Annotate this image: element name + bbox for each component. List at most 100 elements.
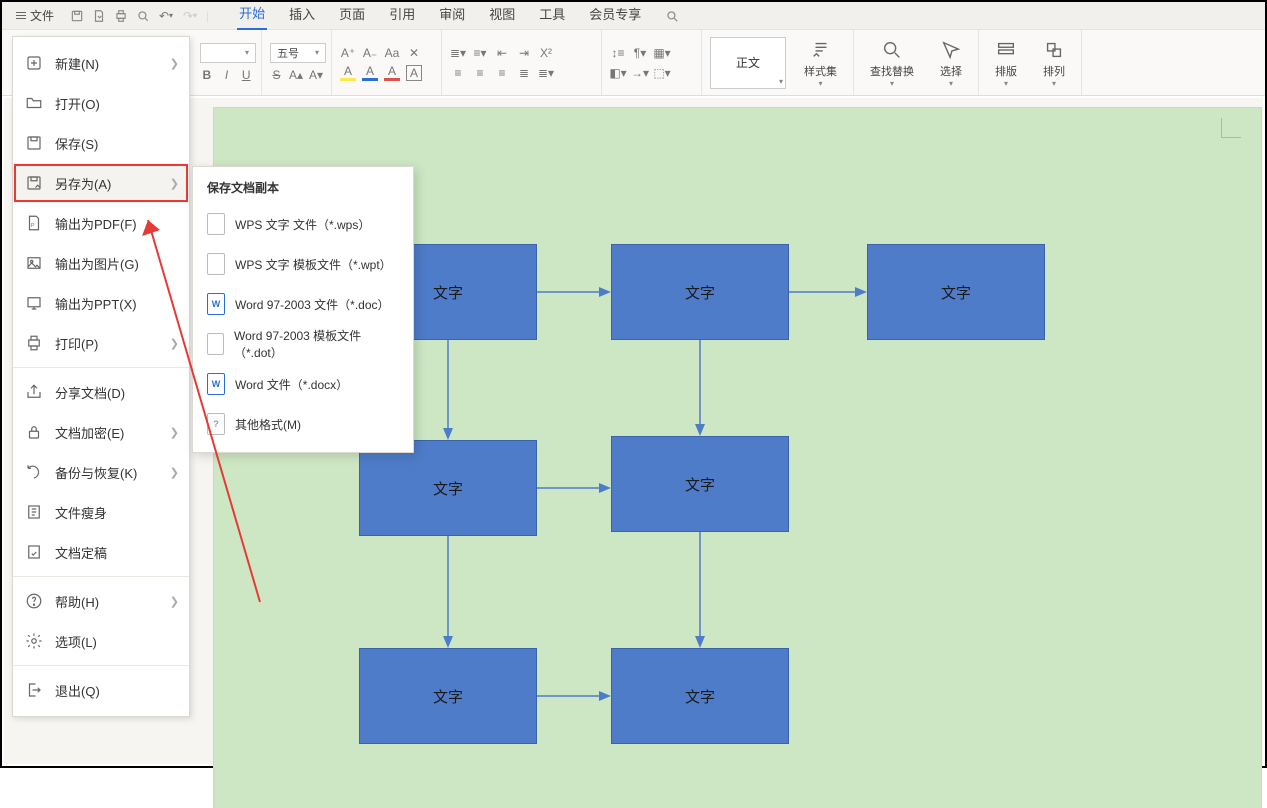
file-menu-item-share[interactable]: 分享文档(D) — [13, 372, 189, 412]
chevron-right-icon: ❯ — [170, 57, 179, 70]
chevron-right-icon: ❯ — [170, 466, 179, 479]
font-size-select[interactable]: 五号▾ — [270, 43, 326, 63]
export-icon[interactable] — [92, 9, 106, 23]
preview-icon[interactable] — [136, 9, 150, 23]
file-menu-button[interactable]: 文件 — [10, 5, 60, 26]
file-menu-item-exit[interactable]: 退出(Q) — [13, 670, 189, 710]
find-replace-button[interactable]: 查找替换▾ — [862, 39, 922, 87]
superscript-icon[interactable]: A⁺ — [340, 45, 356, 61]
outdent-icon[interactable]: ⇤ — [494, 45, 510, 61]
flow-arrow[interactable] — [692, 340, 708, 436]
font-grow-icon[interactable]: A▴ — [289, 67, 303, 83]
flow-arrow[interactable] — [537, 480, 611, 496]
hamburger-icon — [16, 12, 26, 19]
tab-view[interactable]: 视图 — [487, 2, 517, 29]
highlight-icon[interactable]: A — [340, 65, 356, 81]
file-menu-item-print[interactable]: 打印(P)❯ — [13, 323, 189, 363]
font-color-icon[interactable]: A — [362, 65, 378, 81]
borders-icon[interactable]: ▦▾ — [654, 45, 670, 61]
saveas-format-item[interactable]: WPS 文字 文件（*.wps） — [193, 204, 413, 244]
flow-arrow[interactable] — [440, 536, 456, 648]
file-menu-item-slim[interactable]: 文件瘦身 — [13, 492, 189, 532]
flow-box[interactable]: 文字 — [611, 648, 789, 744]
print-icon[interactable] — [114, 9, 128, 23]
file-menu-item-help[interactable]: 帮助(H)❯ — [13, 581, 189, 621]
file-type-icon — [207, 333, 224, 355]
flow-arrow[interactable] — [537, 688, 611, 704]
justify-icon[interactable]: ≣ — [516, 65, 532, 81]
char-border-icon[interactable]: A — [406, 65, 422, 81]
file-menu-item-lock[interactable]: 文档加密(E)❯ — [13, 412, 189, 452]
chevron-right-icon: ❯ — [170, 595, 179, 608]
file-menu-item-pdf[interactable]: P输出为PDF(F) — [13, 203, 189, 243]
file-menu-item-final[interactable]: 文档定稿 — [13, 532, 189, 572]
clear-format-icon[interactable]: ✕ — [406, 45, 422, 61]
file-menu-item-image[interactable]: 输出为图片(G) — [13, 243, 189, 283]
tab-start[interactable]: 开始 — [237, 1, 267, 30]
file-menu-item-folder[interactable]: 打开(O) — [13, 83, 189, 123]
numbering-icon[interactable]: ≡▾ — [472, 45, 488, 61]
undo-icon[interactable]: ↶▾ — [158, 8, 174, 24]
saveas-format-item[interactable]: Word 97-2003 模板文件（*.dot） — [193, 324, 413, 364]
italic-icon[interactable]: I — [220, 67, 234, 83]
saveas-format-item[interactable]: WPS 文字 模板文件（*.wpt） — [193, 244, 413, 284]
flow-box[interactable]: 文字 — [611, 244, 789, 340]
search-icon[interactable] — [665, 9, 679, 23]
file-menu-item-save[interactable]: 保存(S) — [13, 123, 189, 163]
tab-member[interactable]: 会员专享 — [587, 2, 643, 29]
tab-page[interactable]: 页面 — [337, 2, 367, 29]
file-menu-item-ppt[interactable]: 输出为PPT(X) — [13, 283, 189, 323]
file-menu-item-backup[interactable]: 备份与恢复(K)❯ — [13, 452, 189, 492]
ribbon: ▾ B I U 五号▾ S A▴ A▾ A⁺ A₋ Aa ✕ A — [2, 30, 1265, 96]
shape-format-icon[interactable]: ⬚▾ — [654, 65, 670, 81]
flow-box[interactable]: 文字 — [359, 648, 537, 744]
align-left-icon[interactable]: ≡ — [450, 65, 466, 81]
file-menu-item-plus[interactable]: 新建(N)❯ — [13, 43, 189, 83]
flow-box[interactable]: 文字 — [867, 244, 1045, 340]
change-case-icon[interactable]: Aa — [384, 45, 400, 61]
arrow-style-icon[interactable]: →▾ — [632, 65, 648, 81]
shading-icon[interactable]: A — [384, 65, 400, 81]
align-center-icon[interactable]: ≡ — [472, 65, 488, 81]
tab-tools[interactable]: 工具 — [537, 2, 567, 29]
tab-reference[interactable]: 引用 — [387, 2, 417, 29]
file-menu-dropdown: 新建(N)❯打开(O)保存(S)另存为(A)❯P输出为PDF(F)输出为图片(G… — [12, 36, 190, 717]
bullets-icon[interactable]: ≣▾ — [450, 45, 466, 61]
saveas-format-item[interactable]: ?其他格式(M) — [193, 404, 413, 444]
saveas-format-item[interactable]: WWord 文件（*.docx） — [193, 364, 413, 404]
flow-arrow[interactable] — [692, 532, 708, 648]
flow-box[interactable]: 文字 — [359, 440, 537, 536]
align-right-icon[interactable]: ≡ — [494, 65, 510, 81]
bold-icon[interactable]: B — [200, 67, 214, 83]
subscript-icon[interactable]: A₋ — [362, 45, 378, 61]
styleset-button[interactable]: 样式集▾ — [796, 39, 845, 87]
svg-text:P: P — [31, 223, 35, 229]
flow-arrow[interactable] — [537, 284, 611, 300]
file-menu-item-gear[interactable]: 选项(L) — [13, 621, 189, 661]
select-button[interactable]: 选择▾ — [932, 39, 970, 87]
app-window: 文件 ↶▾ ↷▾ | 开始 插入 页面 引用 审阅 视图 工具 会员专享 ▾ — [0, 0, 1267, 768]
strike-icon[interactable]: S — [270, 67, 283, 83]
distribute-icon[interactable]: ≣▾ — [538, 65, 554, 81]
flow-arrow[interactable] — [440, 340, 456, 440]
tab-insert[interactable]: 插入 — [287, 2, 317, 29]
flow-box[interactable]: 文字 — [611, 436, 789, 532]
style-preview[interactable]: 正文 ▾ — [710, 37, 786, 89]
line-spacing-icon[interactable]: ↕≡ — [610, 45, 626, 61]
ribbon-tabs: 开始 插入 页面 引用 审阅 视图 工具 会员专享 — [237, 1, 643, 30]
fill-icon[interactable]: ◧▾ — [610, 65, 626, 81]
para-spacing-icon[interactable]: ¶▾ — [632, 45, 648, 61]
layout-button[interactable]: 排版▾ — [987, 39, 1025, 87]
font-family-select[interactable]: ▾ — [200, 43, 256, 63]
font-shrink-icon[interactable]: A▾ — [309, 67, 323, 83]
arrange-button[interactable]: 排列▾ — [1035, 39, 1073, 87]
save-icon[interactable] — [70, 9, 84, 23]
flow-arrow[interactable] — [789, 284, 867, 300]
redo-icon[interactable]: ↷▾ — [182, 8, 198, 24]
file-menu-item-saveas[interactable]: 另存为(A)❯ — [13, 163, 189, 203]
underline-icon[interactable]: U — [239, 67, 253, 83]
indent-icon[interactable]: ⇥ — [516, 45, 532, 61]
sort-icon[interactable]: X² — [538, 45, 554, 61]
saveas-format-item[interactable]: WWord 97-2003 文件（*.doc） — [193, 284, 413, 324]
tab-review[interactable]: 审阅 — [437, 2, 467, 29]
